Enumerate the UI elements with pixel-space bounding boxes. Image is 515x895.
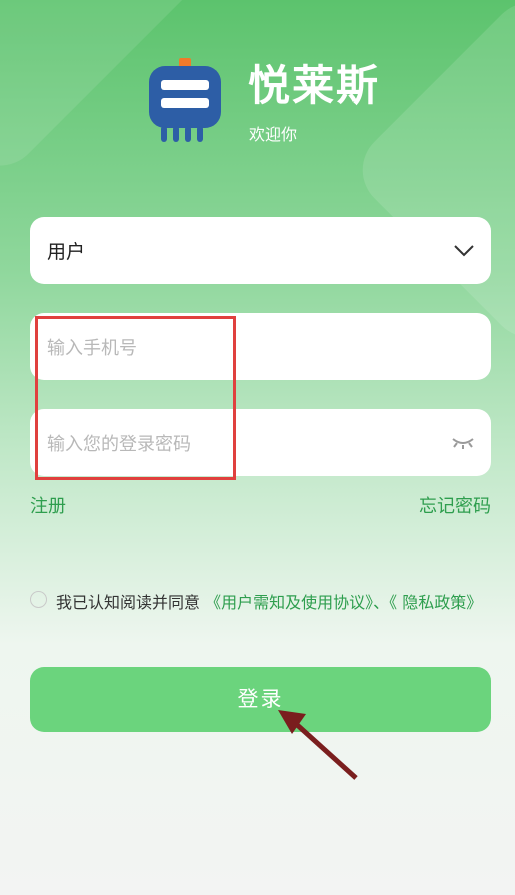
role-select-value: 用户 [47, 241, 86, 263]
role-select[interactable]: 用户 [30, 217, 491, 284]
privacy-policy-link[interactable]: 《 隐私政策》 [389, 593, 482, 612]
agreement-text: 我已认知阅读并同意 《用户需知及使用协议》、《 隐私政策》 [56, 589, 486, 617]
password-input-placeholder: 输入您的登录密码 [47, 434, 191, 455]
agreement-separator: 、 [373, 593, 390, 612]
eye-closed-icon[interactable] [451, 434, 475, 450]
app-subtitle: 欢迎你 [249, 125, 298, 144]
phone-input-placeholder: 输入手机号 [47, 338, 137, 359]
app-logo [149, 58, 221, 142]
phone-input[interactable]: 输入手机号 [30, 313, 491, 380]
chevron-down-icon [454, 245, 474, 257]
app-title: 悦莱斯 [248, 61, 381, 110]
agreement-checkbox[interactable] [30, 591, 47, 608]
user-agreement-link[interactable]: 《用户需知及使用协议》 [205, 593, 373, 612]
forgot-password-link[interactable]: 忘记密码 [419, 492, 491, 518]
agreement-prefix: 我已认知阅读并同意 [56, 593, 206, 612]
register-link[interactable]: 注册 [30, 492, 66, 518]
login-button[interactable]: 登录 [30, 667, 491, 732]
password-input[interactable]: 输入您的登录密码 [30, 409, 491, 476]
